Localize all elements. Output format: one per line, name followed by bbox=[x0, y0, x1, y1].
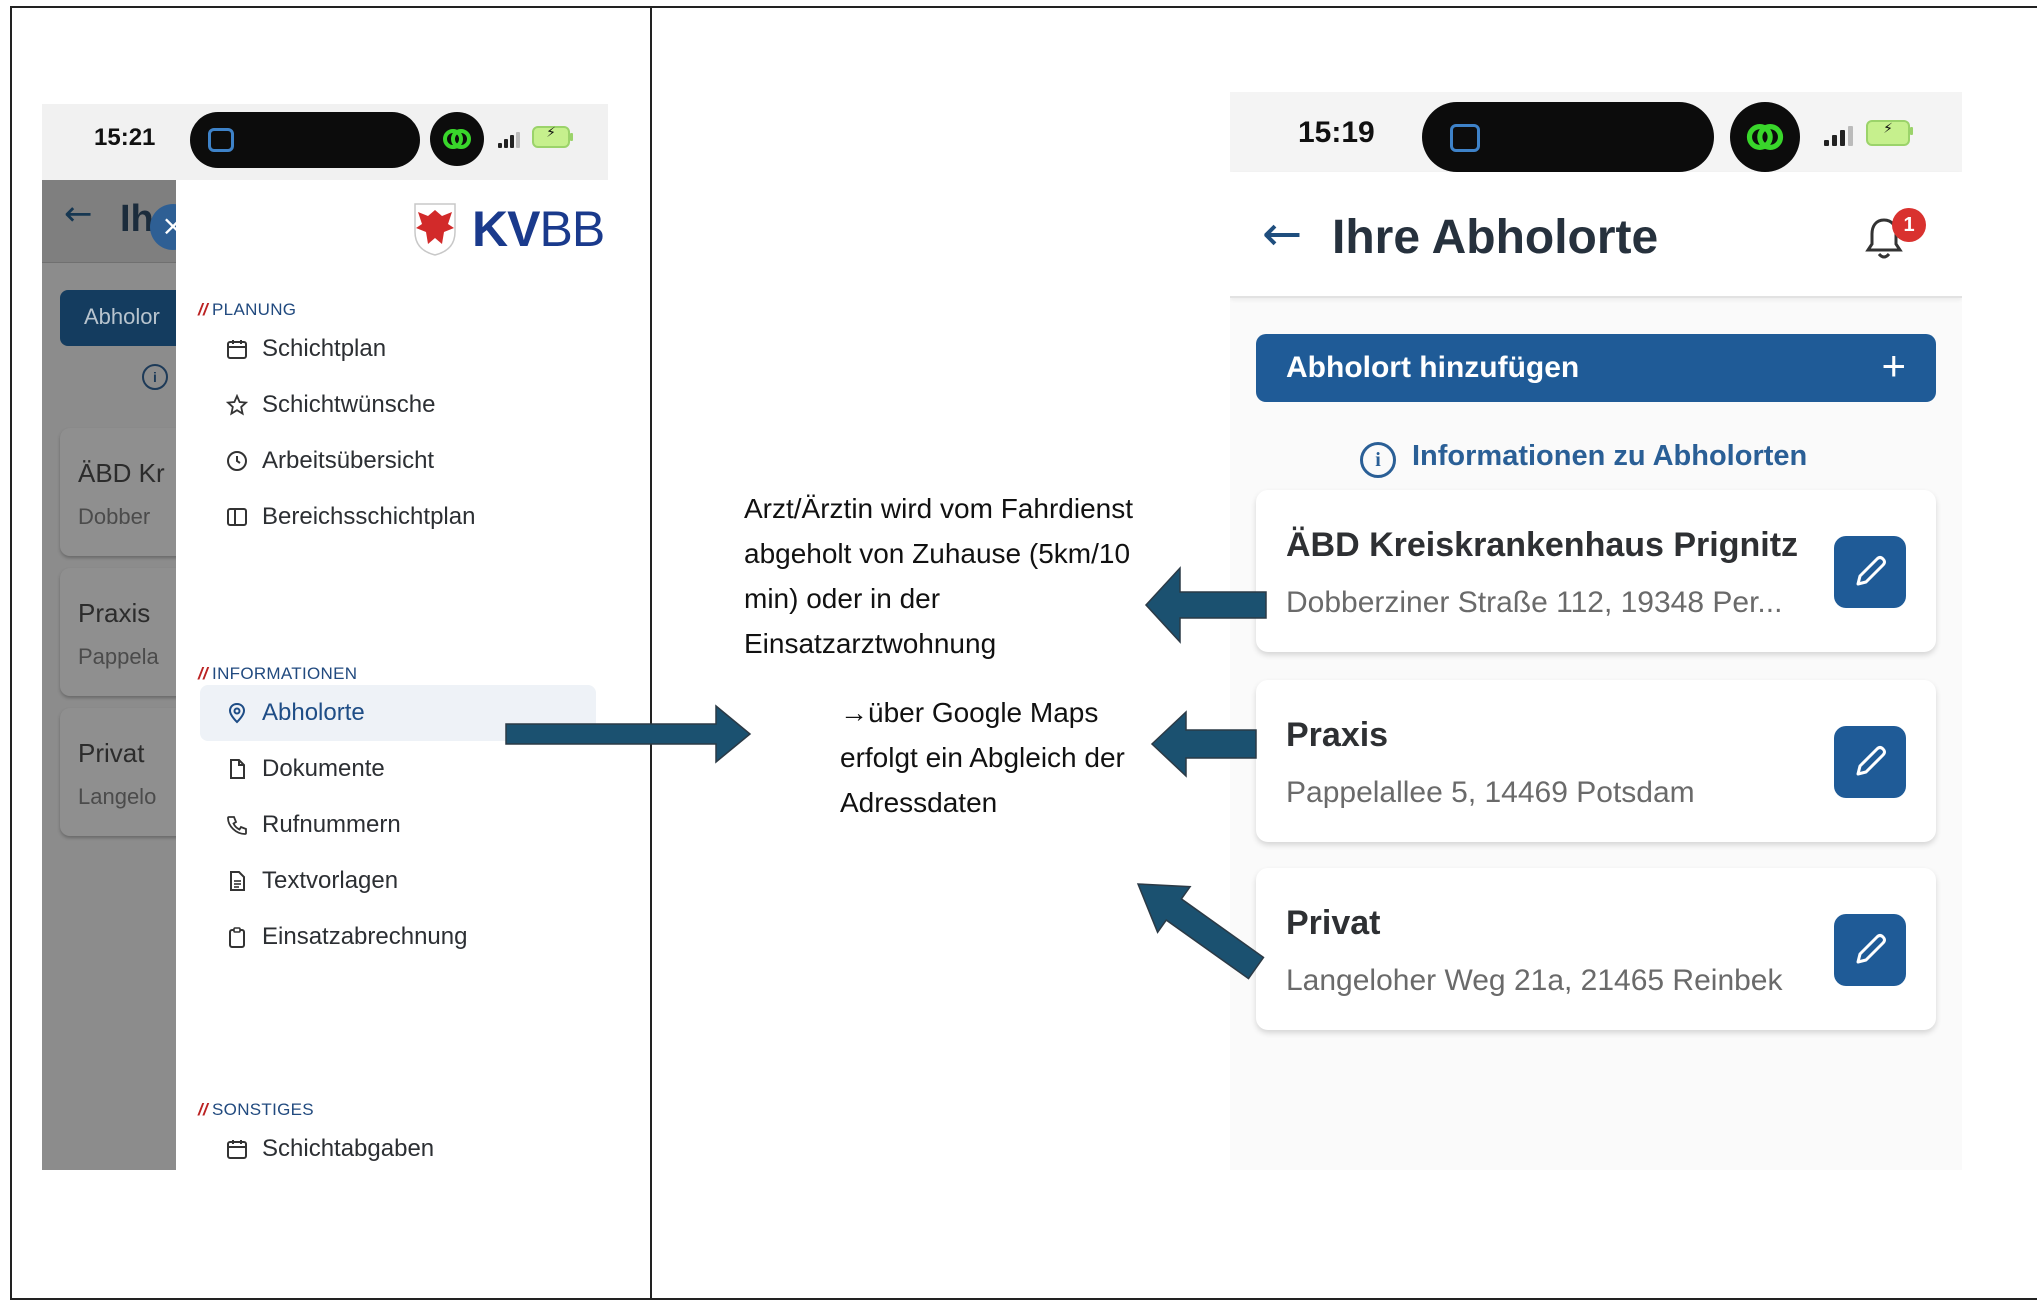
arrow-left-icon bbox=[1150, 710, 1257, 778]
annotation-arrows bbox=[505, 566, 1267, 980]
arrow-up-left-icon bbox=[1136, 883, 1265, 980]
arrow-left-icon bbox=[1144, 566, 1267, 644]
arrow-right-icon bbox=[505, 704, 752, 764]
